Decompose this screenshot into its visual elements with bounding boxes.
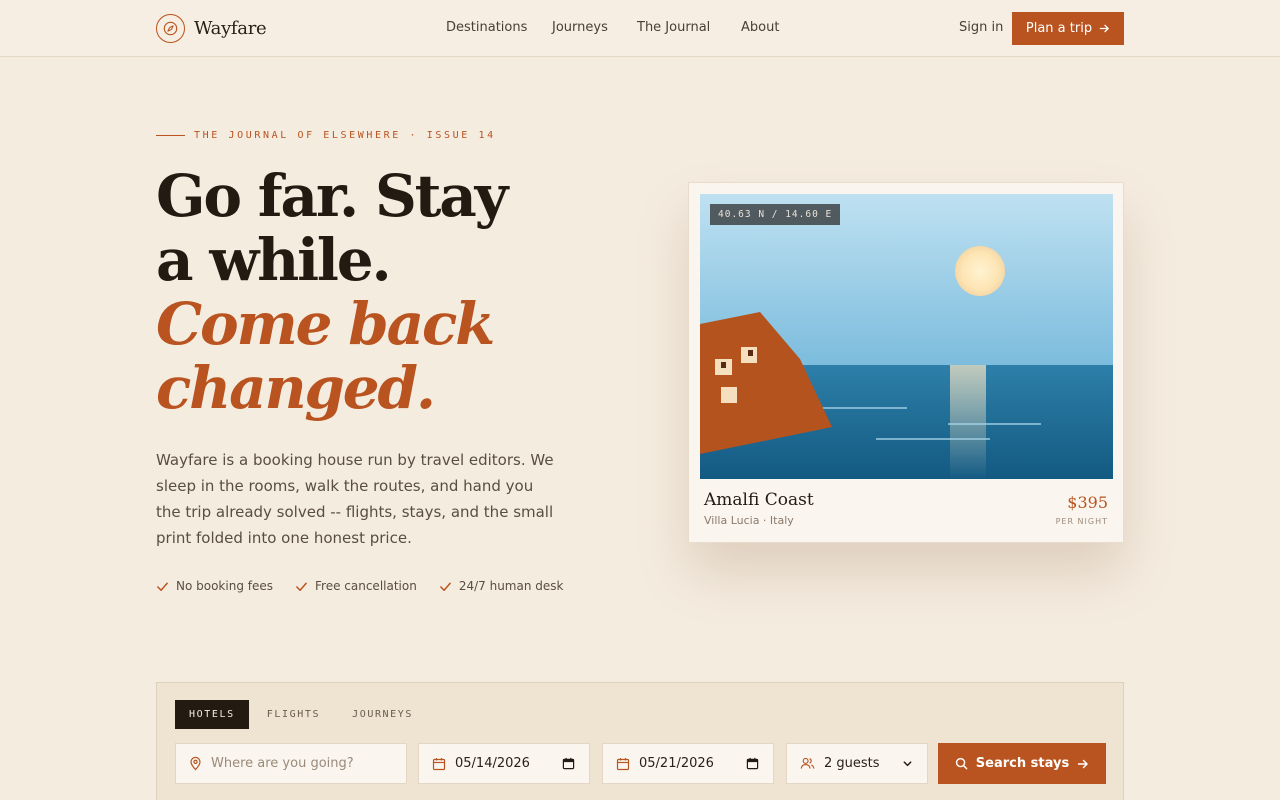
price-unit: PER NIGHT xyxy=(1055,517,1108,526)
destination-card[interactable]: 40.63 N / 14.60 E Amalfi Coast Villa Luc… xyxy=(688,182,1124,543)
map-pin-icon xyxy=(189,756,202,771)
plan-trip-label: Plan a trip xyxy=(1025,21,1093,36)
guests-value: 2 guests xyxy=(824,756,880,771)
compass-icon xyxy=(156,13,185,43)
headline-accent-2: changed. xyxy=(156,354,436,422)
check-in-value: 05/14/2026 xyxy=(455,756,530,771)
destination-placeholder: Where are you going? xyxy=(211,756,354,771)
eyebrow-text: THE JOURNAL OF ELSEWHERE · ISSUE 14 xyxy=(194,130,496,141)
perk-item: Free cancellation xyxy=(295,579,417,593)
check-icon xyxy=(296,582,307,591)
eyebrow: THE JOURNAL OF ELSEWHERE · ISSUE 14 xyxy=(156,130,496,141)
calendar-icon xyxy=(432,757,446,771)
perk-label: Free cancellation xyxy=(315,579,417,593)
eyebrow-rule xyxy=(156,135,185,136)
hero-lede: Wayfare is a booking house run by travel… xyxy=(156,451,554,547)
date-picker-icon[interactable] xyxy=(562,757,575,770)
check-in-field[interactable]: 05/14/2026 xyxy=(418,743,590,784)
check-out-field[interactable]: 05/21/2026 xyxy=(602,743,774,784)
destination-photo: 40.63 N / 14.60 E xyxy=(700,194,1113,479)
logo[interactable]: Wayfare xyxy=(156,13,267,43)
headline-line-2: a while. xyxy=(156,226,392,294)
sign-in-link[interactable]: Sign in xyxy=(959,20,1003,35)
nav-journeys[interactable]: Journeys xyxy=(552,20,608,35)
search-stays-label: Search stays xyxy=(975,756,1070,771)
check-out-value: 05/21/2026 xyxy=(639,756,714,771)
search-panel: HOTELS FLIGHTS JOURNEYS Where are you go… xyxy=(156,682,1124,800)
destination-subtitle: Villa Lucia · Italy xyxy=(704,514,794,527)
brand-name: Wayfare xyxy=(194,17,267,39)
tab-hotels[interactable]: HOTELS xyxy=(175,700,249,729)
site-header: Wayfare Destinations Journeys The Journa… xyxy=(0,0,1280,57)
chevron-down-icon xyxy=(902,758,913,769)
date-picker-icon[interactable] xyxy=(746,757,759,770)
check-icon xyxy=(157,582,168,591)
perk-label: 24/7 human desk xyxy=(458,579,564,593)
perk-item: 24/7 human desk xyxy=(439,579,564,593)
coordinates-badge: 40.63 N / 14.60 E xyxy=(710,204,841,225)
calendar-icon xyxy=(616,757,630,771)
guests-select[interactable]: 2 guests xyxy=(786,743,928,784)
perk-label: No booking fees xyxy=(176,579,273,593)
headline-line-1: Go far. Stay xyxy=(156,162,508,230)
nav-about[interactable]: About xyxy=(741,20,779,35)
nav-destinations[interactable]: Destinations xyxy=(446,20,527,35)
headline-accent-1: Come back xyxy=(156,290,495,358)
search-tabs: HOTELS FLIGHTS JOURNEYS xyxy=(175,700,431,729)
tab-flights[interactable]: FLIGHTS xyxy=(253,700,334,729)
destination-input[interactable]: Where are you going? xyxy=(175,743,407,784)
perks-list: No booking fees Free cancellation 24/7 h… xyxy=(156,579,585,593)
nav-journal[interactable]: The Journal xyxy=(637,20,710,35)
nightly-price: $395 xyxy=(1067,493,1108,512)
tab-journeys[interactable]: JOURNEYS xyxy=(338,700,427,729)
check-icon xyxy=(439,582,451,591)
hero-headline: Go far. Stay a while. Come back changed. xyxy=(156,164,626,420)
plan-trip-button[interactable]: Plan a trip xyxy=(1012,12,1124,45)
destination-title: Amalfi Coast xyxy=(704,490,814,510)
arrow-right-icon xyxy=(1077,759,1088,768)
perk-item: No booking fees xyxy=(156,579,273,593)
arrow-right-icon xyxy=(1099,24,1109,33)
search-stays-button[interactable]: Search stays xyxy=(938,743,1106,784)
users-icon xyxy=(800,757,815,770)
search-icon xyxy=(955,757,968,770)
